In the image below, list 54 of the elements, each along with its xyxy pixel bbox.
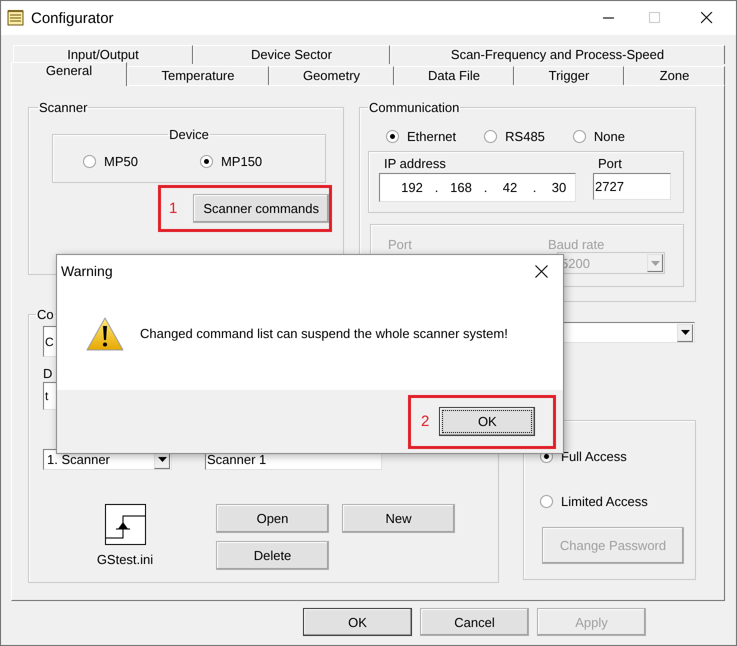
caret-icon	[650, 260, 660, 266]
button[interactable]: Scanner commands	[193, 194, 329, 223]
close-icon	[535, 264, 548, 278]
radio-button[interactable]	[540, 495, 553, 508]
button[interactable]: New	[342, 504, 455, 533]
button[interactable]: OK	[439, 407, 536, 436]
tab[interactable]: Trigger	[514, 66, 624, 85]
field-label: Port	[597, 156, 623, 173]
step-signal-icon	[104, 504, 146, 545]
radio-label[interactable]: MP50	[104, 154, 138, 169]
group-label: Device	[168, 127, 210, 142]
tab[interactable]: General	[11, 62, 127, 86]
tab[interactable]: Temperature	[127, 66, 269, 85]
close-icon	[701, 12, 713, 24]
tab[interactable]: Zone	[624, 66, 725, 85]
group-label: Communication	[368, 100, 460, 115]
port-field[interactable]: 2727	[593, 173, 671, 200]
button[interactable]: OK	[303, 608, 412, 636]
radio-label[interactable]: None	[594, 128, 625, 144]
radio-button[interactable]	[200, 155, 213, 168]
field-label: D	[43, 365, 54, 382]
radio-button[interactable]	[386, 130, 399, 142]
radio-label[interactable]: RS485	[505, 128, 545, 144]
field-label: Baud rate	[547, 237, 604, 252]
caret-icon	[158, 457, 166, 462]
radio-label[interactable]: MP150	[220, 154, 262, 169]
dialog-title: Warning	[61, 263, 113, 279]
ip-address-field[interactable]: 192 . 168 . 42 . 30	[379, 173, 576, 202]
tab[interactable]: Data File	[394, 66, 514, 85]
warning-message: Changed command list can suspend the whole scanner system!	[140, 326, 508, 341]
button[interactable]: Cancel	[420, 608, 529, 636]
group-label: Scanner	[38, 100, 88, 115]
radio-button[interactable]	[484, 130, 498, 142]
field-label: IP address	[383, 156, 447, 173]
callout-number: 2	[421, 413, 430, 430]
radio-label[interactable]: Limited Access	[561, 494, 648, 509]
radio-button[interactable]	[572, 130, 586, 142]
radio-button[interactable]	[83, 155, 96, 168]
button[interactable]: Delete	[216, 541, 329, 570]
group-label: Co	[36, 307, 55, 322]
callout-number: 1	[169, 200, 178, 217]
notepad-icon	[7, 9, 25, 27]
window-title: Configurator	[31, 10, 114, 26]
radio-label[interactable]: Ethernet	[407, 128, 456, 144]
maximize-icon	[649, 12, 661, 24]
file-name: GStest.ini	[96, 552, 154, 567]
tab[interactable]: Input/Output	[13, 45, 193, 64]
caret-icon	[680, 330, 690, 335]
field-label: Port	[387, 237, 412, 252]
tab[interactable]: Geometry	[269, 66, 394, 85]
warning-icon	[86, 316, 124, 350]
tab[interactable]: Scan-Frequency and Process-Speed	[390, 45, 725, 64]
tab[interactable]: Device Sector	[193, 45, 390, 64]
button[interactable]: Open	[216, 504, 329, 533]
